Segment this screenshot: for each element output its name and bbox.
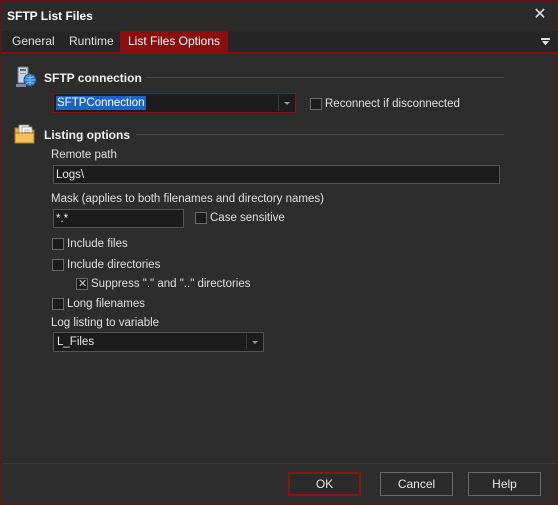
log-variable-label: Log listing to variable [51,317,160,329]
section-divider [136,134,504,135]
remote-path-value: Logs\ [56,169,85,181]
sftp-connection-heading: SFTP connection [44,71,142,85]
chevron-down-icon[interactable] [246,334,262,350]
tab-menu-icon[interactable] [540,34,552,48]
log-variable-select[interactable]: L_Files [53,332,264,352]
section-divider [146,77,504,78]
tab-runtime[interactable]: Runtime [61,31,122,52]
tab-list-files-options[interactable]: List Files Options [120,31,229,52]
sftp-connection-select[interactable]: SFTPConnection [53,93,296,113]
footer-divider [3,463,557,464]
help-button[interactable]: Help [468,472,541,496]
log-variable-value: L_Files [57,336,95,348]
mask-input[interactable]: *.* [53,209,184,228]
check-x-icon: ✕ [78,278,88,290]
include-directories-checkbox[interactable] [52,259,64,271]
include-files-checkbox[interactable] [52,238,64,250]
reconnect-label: Reconnect if disconnected [325,98,460,110]
long-filenames-label: Long filenames [67,298,145,310]
tab-general[interactable]: General [4,31,63,52]
include-files-label: Include files [67,238,128,250]
suppress-dirs-checkbox[interactable]: ✕ [76,278,88,290]
ok-button[interactable]: OK [288,472,361,496]
reconnect-checkbox[interactable] [310,98,322,110]
cancel-button[interactable]: Cancel [380,472,453,496]
case-sensitive-checkbox[interactable] [195,212,207,224]
suppress-dirs-label: Suppress "." and ".." directories [91,278,251,290]
sftp-connection-value: SFTPConnection [56,96,146,110]
title-bar: SFTP List Files ✕ [1,1,557,31]
folder-files-icon [14,124,35,144]
chevron-down-icon[interactable] [278,95,294,111]
remote-path-label: Remote path [51,149,117,161]
network-computer-icon [16,66,37,87]
case-sensitive-label: Case sensitive [210,212,285,224]
mask-value: *.* [56,213,69,225]
mask-label: Mask (applies to both filenames and dire… [51,193,324,205]
listing-options-heading: Listing options [44,128,130,142]
include-directories-label: Include directories [67,259,161,271]
remote-path-input[interactable]: Logs\ [53,165,500,184]
long-filenames-checkbox[interactable] [52,298,64,310]
window-title: SFTP List Files [7,9,93,23]
close-icon[interactable]: ✕ [531,6,549,24]
dialog-window: SFTP List Files ✕ General Runtime List F… [0,0,558,505]
options-panel: SFTP connection SFTPConnection Reconnect… [3,56,557,464]
tab-bar: General Runtime List Files Options [2,31,558,54]
